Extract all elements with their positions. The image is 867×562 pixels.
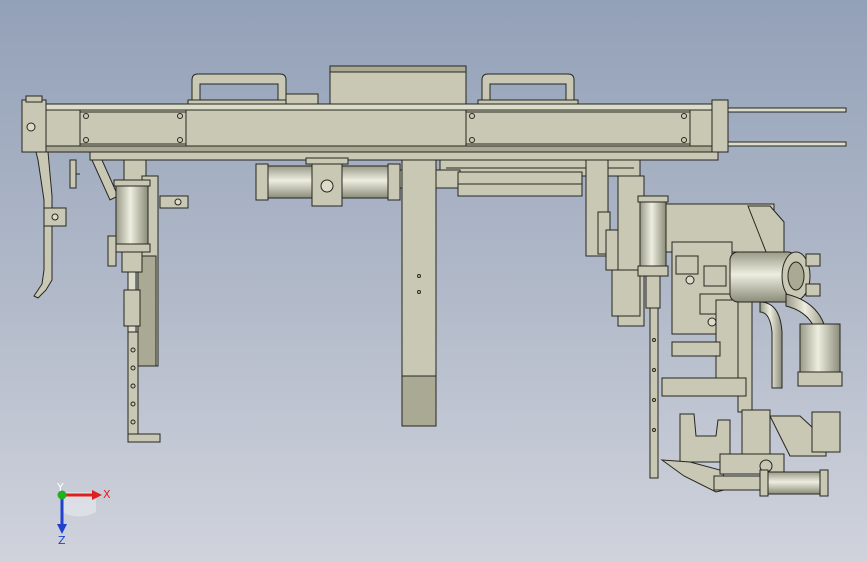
right-vertical-support xyxy=(457,159,645,327)
main-beam xyxy=(23,103,729,153)
left-cylinder-assembly xyxy=(91,159,189,443)
z-axis-arrowhead xyxy=(57,524,67,534)
beam-end-plate-right xyxy=(711,99,729,153)
under-rail xyxy=(89,151,719,161)
cad-viewport[interactable]: X Y Z xyxy=(0,0,867,562)
left-bracket xyxy=(33,151,80,299)
top-handle-right xyxy=(477,73,579,109)
z-axis-label: Z xyxy=(58,534,66,547)
y-axis-label: Y xyxy=(56,481,64,494)
top-handle-left xyxy=(187,73,291,109)
cad-model-view: X Y Z xyxy=(21,65,847,547)
coordinate-triad: X Y Z xyxy=(56,481,111,547)
x-axis-arrowhead xyxy=(92,490,102,500)
right-cylinder-assembly xyxy=(637,195,669,479)
center-column xyxy=(401,159,437,427)
bottom-fixture xyxy=(660,409,841,497)
guide-rods-right xyxy=(727,107,847,147)
x-axis-label: X xyxy=(103,488,111,501)
